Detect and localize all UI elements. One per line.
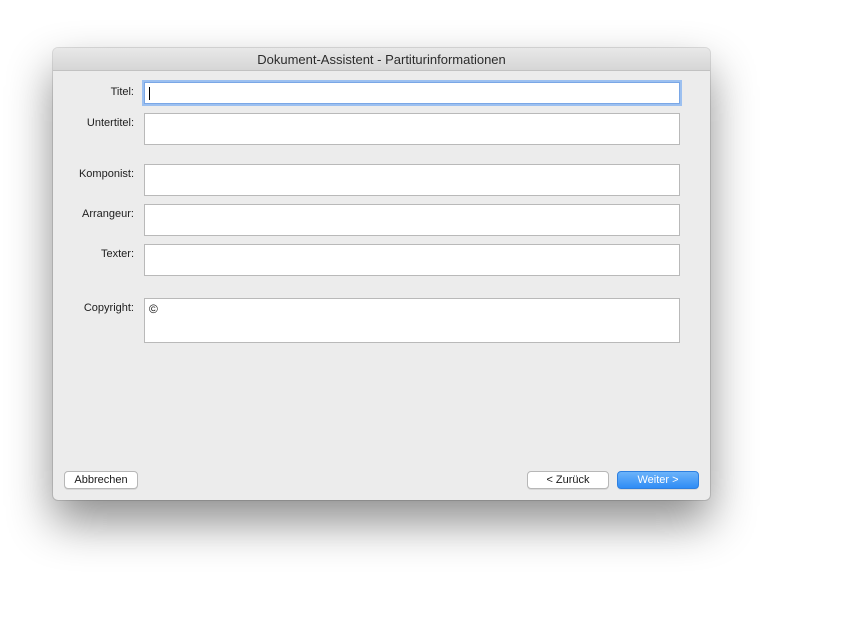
text-cursor	[149, 87, 150, 100]
arranger-input[interactable]	[144, 204, 680, 236]
copyright-textarea-value: ©	[149, 302, 158, 316]
subtitle-input[interactable]	[144, 113, 680, 145]
cancel-button[interactable]: Abbrechen	[64, 471, 138, 489]
title-input[interactable]	[144, 82, 680, 104]
copyright-label: Copyright:	[83, 302, 134, 314]
title-label: Titel:	[110, 86, 134, 98]
subtitle-label: Untertitel:	[86, 117, 134, 129]
lyricist-label: Texter:	[100, 248, 134, 260]
document-wizard-window: Dokument-Assistent - Partiturinformation…	[53, 48, 710, 500]
window-title: Dokument-Assistent - Partiturinformation…	[53, 48, 710, 71]
arranger-label: Arrangeur:	[82, 208, 134, 220]
composer-label: Komponist:	[78, 168, 134, 180]
lyricist-input[interactable]	[144, 244, 680, 276]
composer-input[interactable]	[144, 164, 680, 196]
next-button[interactable]: Weiter >	[617, 471, 699, 489]
back-button[interactable]: < Zurück	[527, 471, 609, 489]
copyright-textarea[interactable]: ©	[144, 298, 680, 343]
